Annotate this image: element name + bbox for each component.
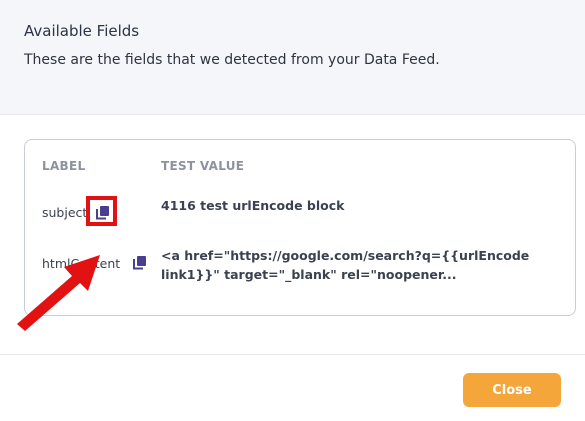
- column-header-label: LABEL: [42, 159, 86, 173]
- field-label-subject: subject: [42, 205, 88, 220]
- field-value-subject: 4116 test urlEncode block: [161, 198, 345, 213]
- field-value-htmlcontent: <a href="https://google.com/search?q={{u…: [161, 248, 530, 282]
- modal-title: Available Fields: [24, 22, 140, 40]
- copy-icon[interactable]: [96, 205, 110, 220]
- copy-icon[interactable]: [133, 255, 147, 270]
- field-label-htmlcontent: htmlContent: [42, 256, 121, 271]
- modal-subtitle: These are the fields that we detected fr…: [24, 52, 440, 68]
- fields-table: LABEL TEST VALUE subject 4116 test urlEn…: [24, 139, 576, 316]
- modal-header: Available Fields These are the fields th…: [0, 0, 585, 115]
- column-header-test-value: TEST VALUE: [161, 159, 245, 173]
- close-button[interactable]: Close: [463, 373, 561, 407]
- footer-divider: [0, 354, 585, 355]
